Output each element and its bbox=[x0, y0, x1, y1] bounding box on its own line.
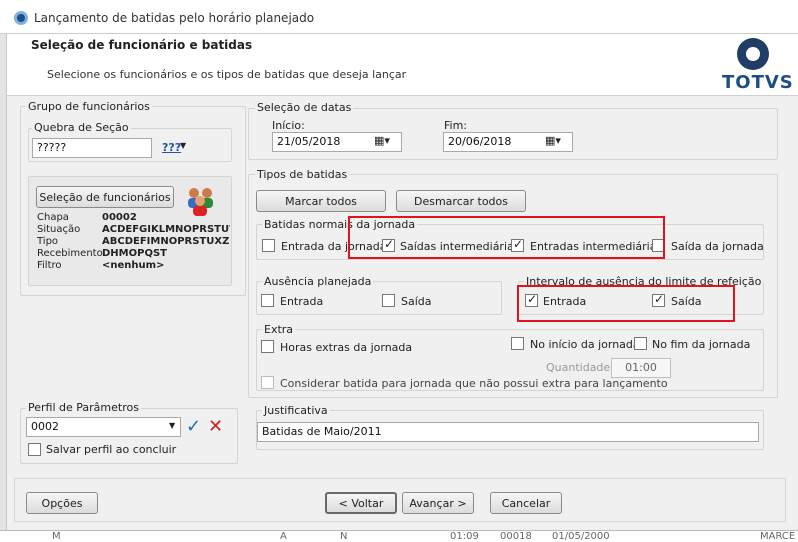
situacao-value: ACDEFGIKLMNOPRSTUV bbox=[102, 224, 230, 235]
users-icon bbox=[184, 184, 218, 218]
considerar-checkbox[interactable] bbox=[261, 376, 274, 389]
quebra-input[interactable]: ????? bbox=[32, 138, 152, 158]
recebimento-label: Recebimento bbox=[37, 248, 103, 259]
fim-calendar-icon[interactable]: ▦▾ bbox=[545, 134, 561, 147]
left-strip bbox=[0, 34, 7, 540]
totvs-logo-text: TOTVS bbox=[722, 72, 794, 93]
footer-panel bbox=[14, 478, 786, 522]
selecao-funcionarios-button[interactable]: Seleção de funcionários bbox=[36, 186, 174, 208]
bg-cell: M bbox=[52, 531, 61, 542]
quantidade-label: Quantidade: bbox=[546, 361, 614, 374]
confirm-check-icon[interactable]: ✓ bbox=[186, 416, 201, 437]
justificativa-title: Justificativa bbox=[262, 404, 330, 417]
justificativa-input[interactable]: Batidas de Maio/2011 bbox=[257, 422, 759, 442]
chapa-label: Chapa bbox=[37, 212, 69, 223]
ausencia-saida-label: Saída bbox=[401, 295, 432, 308]
chevron-down-icon[interactable]: ▼ bbox=[180, 141, 186, 150]
perfil-select[interactable]: 0002 bbox=[26, 417, 181, 437]
voltar-button[interactable]: < Voltar bbox=[325, 492, 397, 514]
fim-label: Fim: bbox=[444, 119, 468, 132]
tipos-title: Tipos de batidas bbox=[255, 168, 350, 181]
filtro-label: Filtro bbox=[37, 260, 62, 271]
title-bar: Lançamento de batidas pelo horário plane… bbox=[0, 0, 798, 34]
highlight-box-normais bbox=[348, 216, 665, 259]
inicio-calendar-icon[interactable]: ▦▾ bbox=[374, 134, 390, 147]
window-title: Lançamento de batidas pelo horário plane… bbox=[34, 11, 315, 25]
ausencia-saida-checkbox[interactable] bbox=[382, 294, 395, 307]
ausencia-entrada-checkbox[interactable] bbox=[261, 294, 274, 307]
wizard-window: Lançamento de batidas pelo horário plane… bbox=[0, 0, 798, 542]
bg-cell: N bbox=[340, 531, 348, 542]
wizard-header: Seleção de funcionário e batidas Selecio… bbox=[7, 34, 798, 96]
bg-cell: 00018 bbox=[500, 531, 532, 542]
situacao-label: Situação bbox=[37, 224, 81, 235]
cancelar-button[interactable]: Cancelar bbox=[490, 492, 562, 514]
entrada-jornada-checkbox[interactable] bbox=[262, 239, 275, 252]
fim-jornada-label: No fim da jornada bbox=[652, 338, 751, 351]
quebra-title: Quebra de Seção bbox=[32, 121, 131, 134]
fim-jornada-checkbox[interactable] bbox=[634, 337, 647, 350]
cancel-x-icon[interactable]: ✕ bbox=[208, 416, 223, 437]
avancar-button[interactable]: Avançar > bbox=[402, 492, 474, 514]
recebimento-value: DHMOPQST bbox=[102, 248, 167, 259]
perfil-chevron-down-icon[interactable]: ▼ bbox=[169, 421, 175, 430]
group-funcionarios-title: Grupo de funcionários bbox=[26, 100, 152, 113]
bg-cell: A bbox=[280, 531, 287, 542]
considerar-label: Considerar batida para jornada que não p… bbox=[280, 377, 668, 390]
inicio-jornada-checkbox[interactable] bbox=[511, 337, 524, 350]
ausencia-title: Ausência planejada bbox=[262, 275, 374, 288]
bg-cell: MARCE bbox=[760, 531, 796, 542]
chapa-value: 00002 bbox=[102, 212, 137, 223]
perfil-title: Perfil de Parâmetros bbox=[26, 401, 141, 414]
extra-title: Extra bbox=[262, 323, 296, 336]
horas-extras-checkbox[interactable] bbox=[261, 340, 274, 353]
horas-extras-label: Horas extras da jornada bbox=[280, 341, 413, 354]
salvar-perfil-label: Salvar perfil ao concluir bbox=[46, 443, 177, 456]
desmarcar-todos-button[interactable]: Desmarcar todos bbox=[396, 190, 526, 212]
filtro-value: <nenhum> bbox=[102, 260, 165, 271]
marcar-todos-button[interactable]: Marcar todos bbox=[256, 190, 386, 212]
bg-cell: 01/05/2000 bbox=[552, 531, 610, 542]
salvar-perfil-checkbox[interactable] bbox=[28, 443, 41, 456]
bg-cell: 01:09 bbox=[450, 531, 479, 542]
page-subtitle: Selecione os funcionários e os tipos de … bbox=[47, 68, 407, 81]
saida-jornada-label: Saída da jornada bbox=[671, 240, 764, 253]
page-title: Seleção de funcionário e batidas bbox=[31, 38, 253, 52]
tipo-value: ABCDEFIMNOPRSTUXZ bbox=[102, 236, 230, 247]
totvs-logo-icon bbox=[737, 38, 769, 70]
quantidade-input[interactable]: 01:00 bbox=[611, 358, 671, 378]
tipo-label: Tipo bbox=[37, 236, 59, 247]
inicio-label: Início: bbox=[272, 119, 305, 132]
inicio-jornada-label: No início da jornada bbox=[530, 338, 640, 351]
app-icon bbox=[14, 11, 28, 25]
datas-title: Seleção de datas bbox=[255, 101, 354, 114]
highlight-box-intervalo bbox=[517, 285, 735, 322]
opcoes-button[interactable]: Opções bbox=[26, 492, 98, 514]
background-table-row: M A N 01:09 00018 01/05/2000 MARCE bbox=[0, 530, 798, 542]
ausencia-entrada-label: Entrada bbox=[280, 295, 324, 308]
lookup-icon[interactable]: ??? bbox=[162, 141, 181, 154]
